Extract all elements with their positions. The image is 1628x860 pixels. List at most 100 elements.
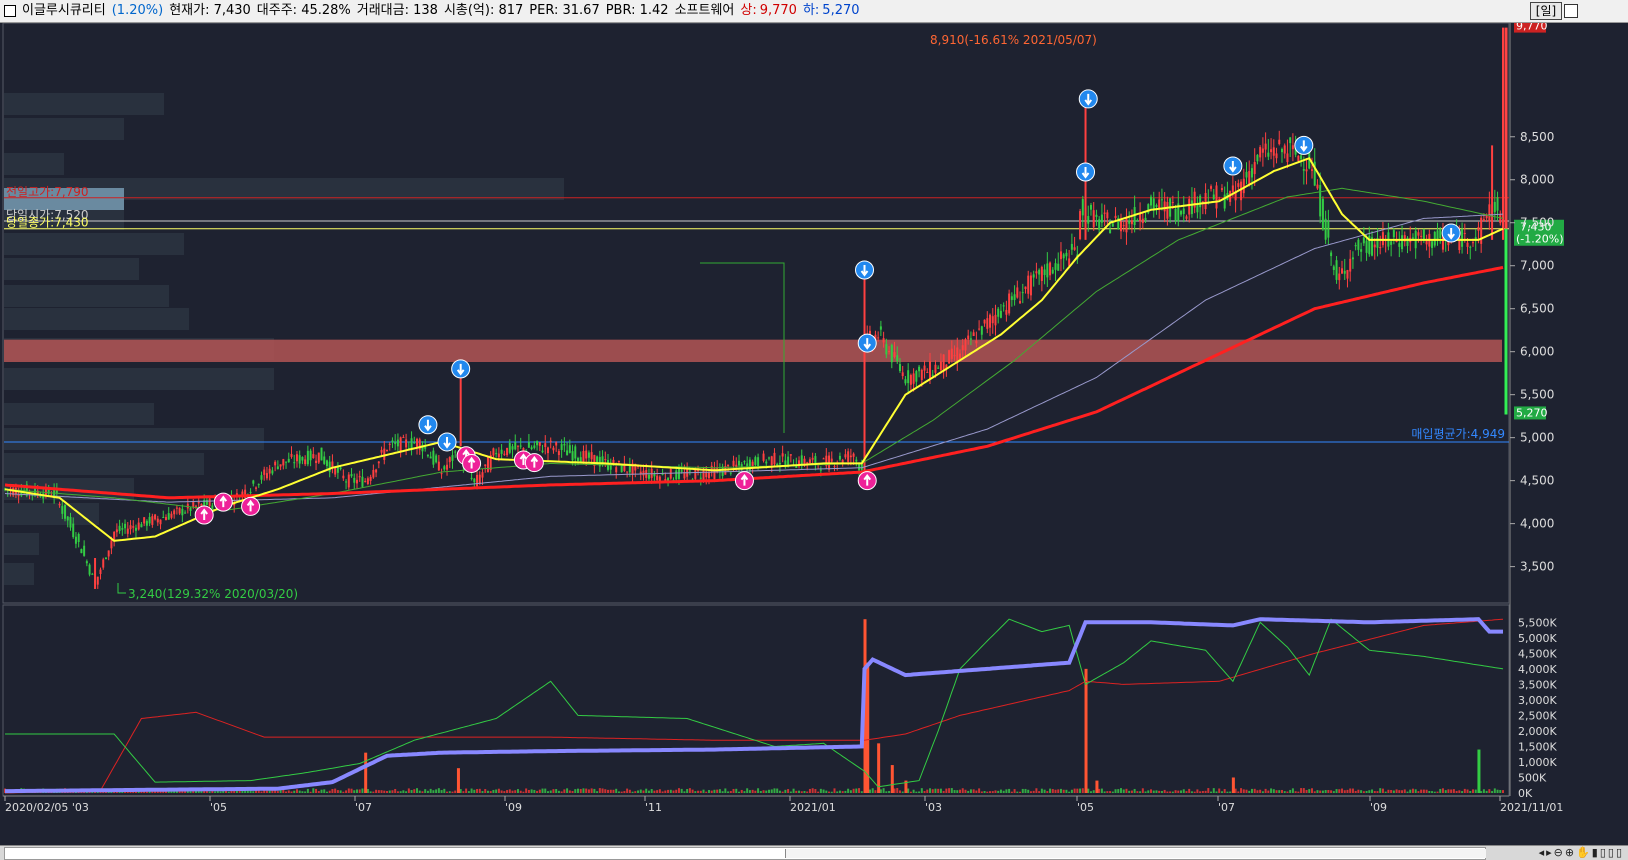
volume-bar bbox=[645, 788, 648, 793]
volume-bar bbox=[1005, 789, 1008, 793]
volume-bar bbox=[388, 790, 391, 793]
volume-bar bbox=[563, 789, 566, 793]
volume-bar bbox=[555, 789, 558, 793]
volume-bar bbox=[1068, 791, 1071, 793]
candle-body bbox=[653, 473, 656, 477]
volume-bar bbox=[285, 791, 288, 793]
price-tag-sub: (-1.20%) bbox=[1516, 233, 1564, 246]
candle-body bbox=[197, 501, 200, 504]
volume-bar bbox=[948, 788, 951, 793]
volume-bar bbox=[918, 791, 921, 793]
candle-body bbox=[1128, 220, 1131, 224]
checkbox-icon[interactable] bbox=[4, 5, 16, 17]
candle-body bbox=[1343, 270, 1346, 274]
volume-bar bbox=[1324, 789, 1327, 793]
chart-area[interactable]: 전일고가:7,790당일시가:7,520당일종가:7,430매입평균가:4,94… bbox=[0, 23, 1628, 845]
volume-bar bbox=[967, 790, 970, 793]
candle-body bbox=[263, 469, 266, 475]
volume-y-tick-label: 3,500K bbox=[1518, 678, 1557, 691]
volume-bar bbox=[598, 788, 601, 793]
volume-bar bbox=[1218, 788, 1221, 793]
volume-bar bbox=[683, 791, 686, 793]
volume-bar bbox=[898, 790, 901, 793]
candle-body bbox=[1354, 245, 1357, 247]
candle-body bbox=[647, 474, 650, 479]
candle-body bbox=[1477, 227, 1480, 231]
volume-bar bbox=[1458, 790, 1461, 793]
volume-bar bbox=[522, 791, 525, 793]
volume-bar bbox=[1308, 789, 1311, 793]
volume-bar bbox=[287, 790, 290, 793]
sector: 소프트웨어 bbox=[674, 3, 735, 18]
volume-bar bbox=[650, 789, 653, 793]
volume-bar bbox=[476, 789, 479, 793]
scroll-thumb[interactable] bbox=[785, 849, 1486, 858]
volume-bar bbox=[828, 791, 831, 793]
candle-body bbox=[260, 475, 263, 480]
candle-body bbox=[574, 446, 577, 459]
zoom-controls[interactable]: ◂▸⊖⊕✋▮▯▯▯ bbox=[1539, 846, 1624, 859]
volume-bar bbox=[923, 791, 926, 793]
volume-bar bbox=[1128, 790, 1131, 793]
candle-body bbox=[590, 452, 593, 460]
volume-bar bbox=[391, 790, 394, 793]
volume-bar bbox=[836, 791, 839, 793]
volume-bar bbox=[546, 791, 549, 793]
volume-bar bbox=[1392, 790, 1395, 793]
pbr: PBR: 1.42 bbox=[605, 3, 669, 18]
candle-body bbox=[99, 569, 102, 575]
y-tick-label: 5,500 bbox=[1520, 388, 1554, 402]
volume-bar bbox=[1441, 788, 1444, 793]
volume-bar bbox=[377, 790, 380, 793]
volume-bar bbox=[672, 790, 675, 793]
candle-body bbox=[350, 474, 353, 477]
candle-body bbox=[544, 443, 547, 448]
candle-body bbox=[325, 460, 328, 467]
volume-bar bbox=[997, 790, 1000, 793]
candle-body bbox=[1119, 221, 1122, 232]
volume-bar bbox=[454, 790, 457, 793]
candle-body bbox=[980, 326, 983, 335]
volume-bar bbox=[1040, 788, 1043, 793]
candle-body bbox=[898, 364, 901, 372]
scroll-track[interactable] bbox=[4, 847, 1486, 860]
period-button[interactable]: [일] bbox=[1530, 2, 1562, 20]
candle-body bbox=[901, 372, 904, 377]
volume-bar bbox=[244, 790, 247, 793]
volume-bar bbox=[342, 791, 345, 793]
volume-bar bbox=[841, 791, 844, 793]
stock-name[interactable]: 이글루시큐리티 bbox=[22, 0, 106, 22]
volume-bar bbox=[366, 788, 369, 793]
volume-bar bbox=[806, 791, 809, 793]
candle-body bbox=[844, 454, 847, 458]
candle-body bbox=[675, 470, 678, 480]
candle-body bbox=[364, 481, 367, 483]
volume-bar bbox=[1411, 788, 1414, 793]
volume-bar bbox=[844, 790, 847, 793]
volume-y-tick-label: 2,500K bbox=[1518, 709, 1557, 722]
volume-bar bbox=[1365, 790, 1368, 793]
bottom-scrollbar[interactable]: ◂▸⊖⊕✋▮▯▯▯ bbox=[0, 845, 1628, 860]
volume-bar bbox=[577, 788, 580, 793]
volume-y-tick-label: 500K bbox=[1518, 771, 1547, 784]
volume-bar bbox=[1493, 788, 1496, 793]
volume-bar bbox=[298, 790, 301, 793]
candle-body bbox=[838, 455, 841, 460]
candle-body bbox=[1059, 251, 1062, 260]
candle-body bbox=[426, 454, 429, 457]
volume-bar bbox=[647, 790, 650, 793]
info-bar: 이글루시큐리티 (1.20%) 현재가: 7,430 대주주: 45.28% 거… bbox=[0, 0, 1628, 23]
window-restore-icon[interactable] bbox=[1564, 4, 1578, 18]
volume-y-tick-label: 5,500K bbox=[1518, 616, 1557, 629]
volume-bar bbox=[849, 790, 852, 793]
volume-bar bbox=[467, 791, 470, 793]
volume-bar bbox=[795, 790, 798, 793]
volume-bar bbox=[418, 790, 421, 793]
volume-bar bbox=[1439, 788, 1442, 793]
volume-bar bbox=[1234, 788, 1237, 793]
candle-body bbox=[1422, 229, 1425, 240]
volume-bar bbox=[787, 789, 790, 793]
volume-y-tick-label: 1,500K bbox=[1518, 740, 1557, 753]
volume-bar bbox=[306, 788, 309, 793]
volume-bar bbox=[1240, 788, 1243, 793]
